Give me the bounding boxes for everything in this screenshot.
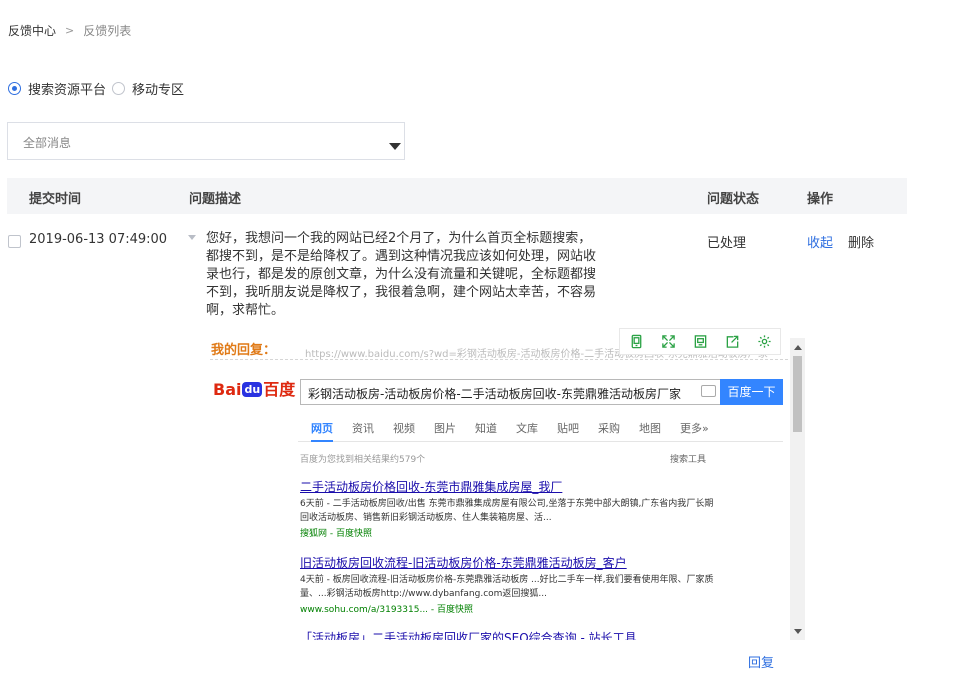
screenshot-result-title: 旧活动板房回收流程-旧活动板房价格-东莞鼎雅活动板房_客户 — [300, 556, 627, 570]
radio-mobile-zone[interactable]: 移动专区 — [112, 79, 184, 98]
header-status: 问题状态 — [707, 192, 760, 207]
radio-label: 移动专区 — [132, 83, 185, 98]
header-submit-time: 提交时间 — [29, 192, 82, 207]
screenshot-result: 二手活动板房价格回收-东莞市鼎雅集成房屋_我厂 6天前 - 二手活动板房回收/出… — [300, 478, 720, 539]
reply-screenshot-image: https://www.baidu.com/s?wd=彩钢活动板房-活动板房价格… — [210, 338, 805, 640]
row-checkbox[interactable] — [8, 235, 21, 248]
screenshot-tab: 网页 — [311, 420, 333, 442]
screenshot-tabs: 网页 资讯 视频 图片 知道 文库 贴吧 采购 地图 更多» — [298, 416, 783, 442]
screenshot-result-title: 二手活动板房价格回收-东莞市鼎雅集成房屋_我厂 — [300, 480, 563, 494]
radio-unchecked-icon — [112, 82, 126, 95]
phone-icon[interactable] — [620, 329, 652, 354]
message-filter-select[interactable]: 全部消息 — [7, 122, 405, 160]
collapse-caret-icon[interactable] — [188, 235, 196, 240]
reply-link[interactable]: 回复 — [748, 652, 774, 671]
scroll-up-icon[interactable] — [794, 345, 802, 350]
baidu-paw-icon: du — [242, 382, 263, 397]
screenshot-result-url: www.sohu.com/a/3193315... - 百度快照 — [300, 605, 474, 615]
caret-down-icon — [389, 143, 401, 150]
save-icon[interactable] — [684, 329, 716, 354]
platform-radio-group: 搜索资源平台 移动专区 — [8, 79, 190, 98]
breadcrumb-separator: > — [65, 24, 75, 37]
header-description: 问题描述 — [189, 192, 242, 207]
image-toolbar — [619, 328, 781, 355]
delete-link[interactable]: 删除 — [848, 232, 874, 251]
export-icon[interactable] — [716, 329, 748, 354]
baidu-logo-right: 百度 — [263, 380, 296, 399]
screenshot-tab: 知道 — [475, 422, 497, 435]
select-value: 全部消息 — [23, 136, 72, 150]
scroll-thumb[interactable] — [793, 356, 802, 432]
screenshot-tab: 资讯 — [352, 422, 374, 435]
scroll-down-icon[interactable] — [794, 629, 802, 634]
radio-search-platform[interactable]: 搜索资源平台 — [8, 79, 106, 98]
screenshot-tab: 采购 — [598, 422, 620, 435]
screenshot-tab: 地图 — [639, 422, 661, 435]
screenshot-tab: 贴吧 — [557, 422, 579, 435]
baidu-logo: Bai du 百度 — [213, 376, 295, 400]
baidu-logo-left: Bai — [213, 380, 242, 399]
screenshot-result-snippet: 6天前 - 二手活动板房回收/出售 东莞市鼎雅集成房屋有限公司,坐落于东莞中部大… — [300, 499, 714, 523]
screenshot-result-snippet: 4天前 - 板房回收流程-旧活动板房价格-东莞鼎雅活动板房 ...好比二手车一样… — [300, 575, 714, 599]
row-submit-time: 2019-06-13 07:49:00 — [29, 232, 168, 247]
screenshot-query: 彩钢活动板房-活动板房价格-二手活动板房回收-东莞鼎雅活动板房厂家 — [308, 387, 681, 401]
screenshot-result: 「活动板房」二手活动板房回收厂家的SEO综合查询 - 站长工具 — [300, 629, 720, 640]
header-action: 操作 — [807, 192, 834, 207]
screenshot-result-url: 搜狐网 - 百度快照 — [300, 529, 372, 539]
camera-icon — [701, 385, 716, 397]
screenshot-tab: 文库 — [516, 422, 538, 435]
screenshot-search-tools: 搜索工具 — [670, 455, 707, 465]
breadcrumb: 反馈中心 > 反馈列表 — [8, 22, 131, 39]
radio-checked-icon — [8, 82, 21, 95]
screenshot-result-count: 百度为您找到相关结果约579个 — [300, 455, 426, 465]
settings-icon[interactable] — [748, 329, 780, 354]
screenshot-result: 旧活动板房回收流程-旧活动板房价格-东莞鼎雅活动板房_客户 4天前 - 板房回收… — [300, 554, 720, 615]
screenshot-result-title: 「活动板房」二手活动板房回收厂家的SEO综合查询 - 站长工具 — [300, 631, 637, 640]
screenshot-search-box: 彩钢活动板房-活动板房价格-二手活动板房回收-东莞鼎雅活动板房厂家 — [300, 379, 720, 405]
screenshot-search-button: 百度一下 — [720, 379, 783, 405]
my-reply-label: 我的回复： — [211, 339, 279, 358]
row-description: 您好，我想问一个我的网站已经2个月了，为什么首页全标题搜索，都搜不到，是不是给降… — [206, 231, 597, 318]
collapse-link[interactable]: 收起 — [807, 232, 833, 251]
screenshot-tab: 更多» — [680, 422, 709, 435]
radio-label: 搜索资源平台 — [28, 83, 107, 98]
table-header: 提交时间 问题描述 问题状态 操作 — [7, 178, 907, 214]
row-status: 已处理 — [707, 236, 747, 251]
screenshot-scrollbar[interactable] — [790, 338, 805, 640]
breadcrumb-feedback-center[interactable]: 反馈中心 — [8, 22, 56, 39]
screenshot-tab: 视频 — [393, 422, 415, 435]
fullscreen-icon[interactable] — [652, 329, 684, 354]
screenshot-tab: 图片 — [434, 422, 456, 435]
breadcrumb-feedback-list: 反馈列表 — [83, 24, 132, 38]
